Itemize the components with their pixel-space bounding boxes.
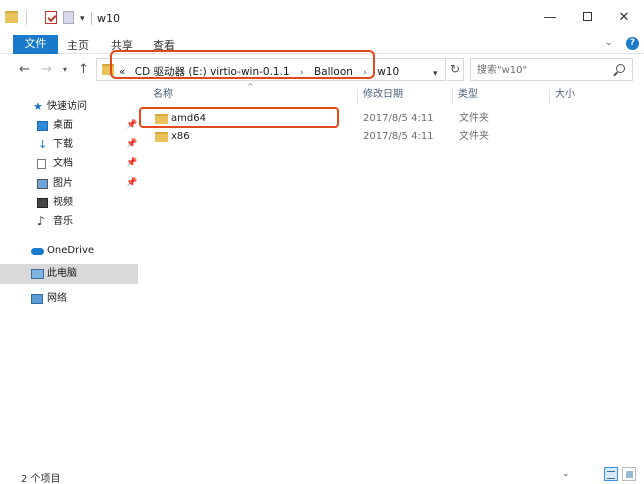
file-type: 文件夹 (459, 131, 489, 142)
refresh-button[interactable]: ↻ (447, 58, 464, 81)
properties-icon[interactable] (45, 11, 57, 24)
title-bar: ▾ w10 — ✕ (0, 0, 644, 34)
sidebar-item-desktop[interactable]: 桌面 📌 (0, 116, 138, 135)
sidebar-item-label: 音乐 (53, 216, 73, 227)
details-view-button[interactable] (604, 467, 618, 481)
large-icons-view-button[interactable] (622, 467, 636, 481)
column-header-size[interactable]: 大小 (555, 86, 575, 106)
sidebar-item-label: 快速访问 (47, 101, 87, 112)
download-icon (37, 135, 48, 154)
sidebar-item-label: OneDrive (47, 245, 95, 256)
file-name: x86 (171, 131, 190, 142)
sidebar-item-label: 文档 (53, 158, 73, 169)
file-list: ^ 名称 修改日期 类型 大小 amd64 2017/8/5 4:11 文件夹 … (138, 82, 644, 462)
back-button[interactable]: ← (19, 62, 30, 77)
breadcrumb-item[interactable]: w10 (377, 66, 399, 78)
music-icon (37, 212, 48, 231)
cloud-icon (31, 248, 44, 255)
chevron-down-icon[interactable]: ⌄ (605, 38, 613, 48)
sidebar-item-downloads[interactable]: 下载 📌 (0, 135, 138, 154)
sidebar-item-videos[interactable]: 视频 (0, 193, 138, 212)
column-header-name[interactable]: 名称 (153, 86, 173, 106)
pin-icon[interactable]: 📌 (126, 135, 137, 154)
sidebar-item-label: 网络 (47, 293, 67, 304)
sidebar-item-label: 图片 (53, 178, 73, 189)
star-icon: ★ (33, 100, 43, 113)
recent-locations-button[interactable]: ▾ (63, 65, 67, 74)
column-divider[interactable] (357, 88, 358, 104)
up-button[interactable]: ↑ (78, 62, 89, 77)
status-bar: 2 个项目 ⌄ (0, 462, 644, 484)
window-title: w10 (97, 12, 120, 25)
tab-home[interactable]: 主页 (67, 37, 89, 53)
picture-icon (37, 179, 48, 189)
pin-icon[interactable]: 📌 (126, 154, 137, 173)
separator (26, 11, 27, 25)
item-count: 2 个项目 (21, 474, 61, 484)
address-highlight-annotation (110, 50, 375, 79)
video-icon (37, 198, 48, 208)
sidebar-item-onedrive[interactable]: OneDrive (0, 241, 138, 260)
separator (91, 12, 92, 25)
tab-file[interactable]: 文件 (13, 35, 58, 54)
file-date: 2017/8/5 4:11 (363, 113, 434, 124)
maximize-icon (582, 12, 592, 21)
computer-icon (31, 269, 44, 279)
file-date: 2017/8/5 4:11 (363, 131, 434, 142)
pin-icon[interactable]: 📌 (126, 174, 137, 193)
pin-icon[interactable]: 📌 (126, 116, 137, 135)
sidebar-item-label: 桌面 (53, 120, 73, 131)
column-header-type[interactable]: 类型 (458, 86, 478, 106)
maximize-button[interactable] (572, 10, 602, 26)
sidebar-item-documents[interactable]: 文档 📌 (0, 154, 138, 173)
column-header-date[interactable]: 修改日期 (363, 86, 403, 106)
sidebar-item-music[interactable]: 音乐 (0, 212, 138, 231)
sidebar-item-this-pc[interactable]: 此电脑 (0, 264, 138, 284)
folder-icon (5, 11, 18, 23)
column-divider[interactable] (549, 88, 550, 104)
document-icon (37, 159, 46, 169)
chevron-down-icon[interactable]: ⌄ (562, 469, 570, 479)
table-row[interactable]: x86 2017/8/5 4:11 文件夹 (138, 128, 644, 146)
qat-dropdown-icon[interactable]: ▾ (80, 14, 85, 24)
network-icon (31, 294, 43, 304)
sidebar-item-quick-access[interactable]: ★ 快速访问 (0, 97, 138, 116)
search-input[interactable] (477, 63, 612, 77)
help-icon[interactable]: ? (626, 37, 639, 50)
sidebar-item-label: 视频 (53, 197, 73, 208)
row-highlight-annotation (139, 107, 339, 128)
file-type: 文件夹 (459, 113, 489, 124)
desktop-icon (37, 121, 48, 131)
sidebar-item-network[interactable]: 网络 (0, 289, 138, 308)
sidebar-item-pictures[interactable]: 图片 📌 (0, 174, 138, 193)
navigation-pane: ★ 快速访问 桌面 📌 下载 📌 文档 📌 图片 📌 视频 音乐 OneDriv… (0, 86, 138, 462)
folder-icon (155, 132, 168, 142)
sidebar-item-label: 下载 (53, 139, 73, 150)
search-icon[interactable] (616, 64, 625, 73)
forward-button[interactable]: → (41, 62, 52, 77)
sort-indicator-icon: ^ (247, 82, 254, 91)
address-dropdown-icon[interactable]: ▾ (433, 69, 438, 79)
search-box[interactable] (470, 58, 633, 81)
close-button[interactable]: ✕ (609, 10, 639, 26)
new-folder-icon[interactable] (63, 11, 74, 24)
column-divider[interactable] (452, 88, 453, 104)
minimize-button[interactable]: — (535, 10, 565, 26)
sidebar-item-label: 此电脑 (47, 268, 77, 279)
